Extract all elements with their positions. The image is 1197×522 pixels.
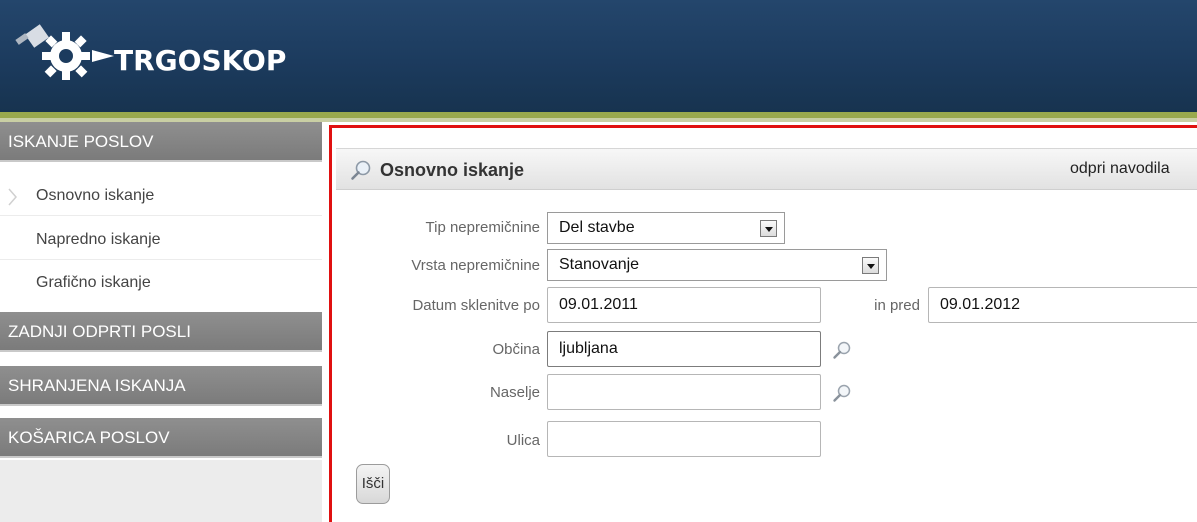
sidebar-item-napredno-iskanje[interactable]: Napredno iskanje xyxy=(0,222,322,260)
datum-label: Datum sklenitve po xyxy=(412,297,540,314)
sidebar-filler xyxy=(0,460,322,522)
vrsta-label: Vrsta nepremičnine xyxy=(411,257,540,274)
datum-to-input[interactable]: 09.01.2012 xyxy=(928,287,1197,323)
obcina-input[interactable]: ljubljana xyxy=(547,331,821,367)
sidebar-item-osnovno-iskanje[interactable]: Osnovno iskanje xyxy=(0,178,322,216)
magnifier-icon xyxy=(351,160,371,180)
naselje-label: Naselje xyxy=(489,384,540,401)
sidebar-section-iskanje-poslov[interactable]: ISKANJE POSLOV xyxy=(0,122,322,162)
panel-title: Osnovno iskanje xyxy=(380,160,525,180)
chevron-right-icon xyxy=(8,188,17,206)
ulica-label: Ulica xyxy=(506,432,540,449)
help-link[interactable]: odpri navodila xyxy=(1070,160,1170,178)
sidebar-item-graficno-iskanje[interactable]: Grafično iskanje xyxy=(0,265,322,303)
magnifier-icon[interactable] xyxy=(832,340,852,360)
tip-label: Tip nepremičnine xyxy=(425,219,541,236)
app-name: TRGOSKOP xyxy=(114,44,287,77)
vrsta-select[interactable]: Stanovanje xyxy=(547,249,887,281)
obcina-label: Občina xyxy=(492,341,540,358)
magnifier-icon[interactable] xyxy=(832,383,852,403)
logo-gear-icon[interactable] xyxy=(14,22,114,82)
dropdown-arrow-icon[interactable] xyxy=(862,257,879,274)
panel-header: Osnovno iskanje odpri navodila xyxy=(336,148,1197,190)
ulica-input[interactable] xyxy=(547,421,821,457)
naselje-input[interactable] xyxy=(547,374,821,410)
tip-select[interactable]: Del stavbe xyxy=(547,212,785,244)
datum-from-input[interactable]: 09.01.2011 xyxy=(547,287,821,323)
search-button[interactable]: Išči xyxy=(356,464,390,504)
sidebar-section-shranjena-iskanja[interactable]: SHRANJENA ISKANJA xyxy=(0,366,322,406)
sidebar-section-kosarica-poslov[interactable]: KOŠARICA POSLOV xyxy=(0,418,322,458)
pred-label: in pred xyxy=(874,297,920,314)
sidebar-item-label: Osnovno iskanje xyxy=(36,187,155,204)
vrsta-select-value: Stanovanje xyxy=(559,256,640,273)
sidebar-section-zadnji-odprti-posli[interactable]: ZADNJI ODPRTI POSLI xyxy=(0,312,322,352)
search-panel-frame: Osnovno iskanje odpri navodila Tip nepre… xyxy=(329,125,1197,522)
app-header: TRGOSKOP xyxy=(0,0,1197,112)
tip-select-value: Del stavbe xyxy=(559,219,635,236)
sidebar: ISKANJE POSLOV Osnovno iskanje Napredno … xyxy=(0,122,322,522)
dropdown-arrow-icon[interactable] xyxy=(760,220,777,237)
